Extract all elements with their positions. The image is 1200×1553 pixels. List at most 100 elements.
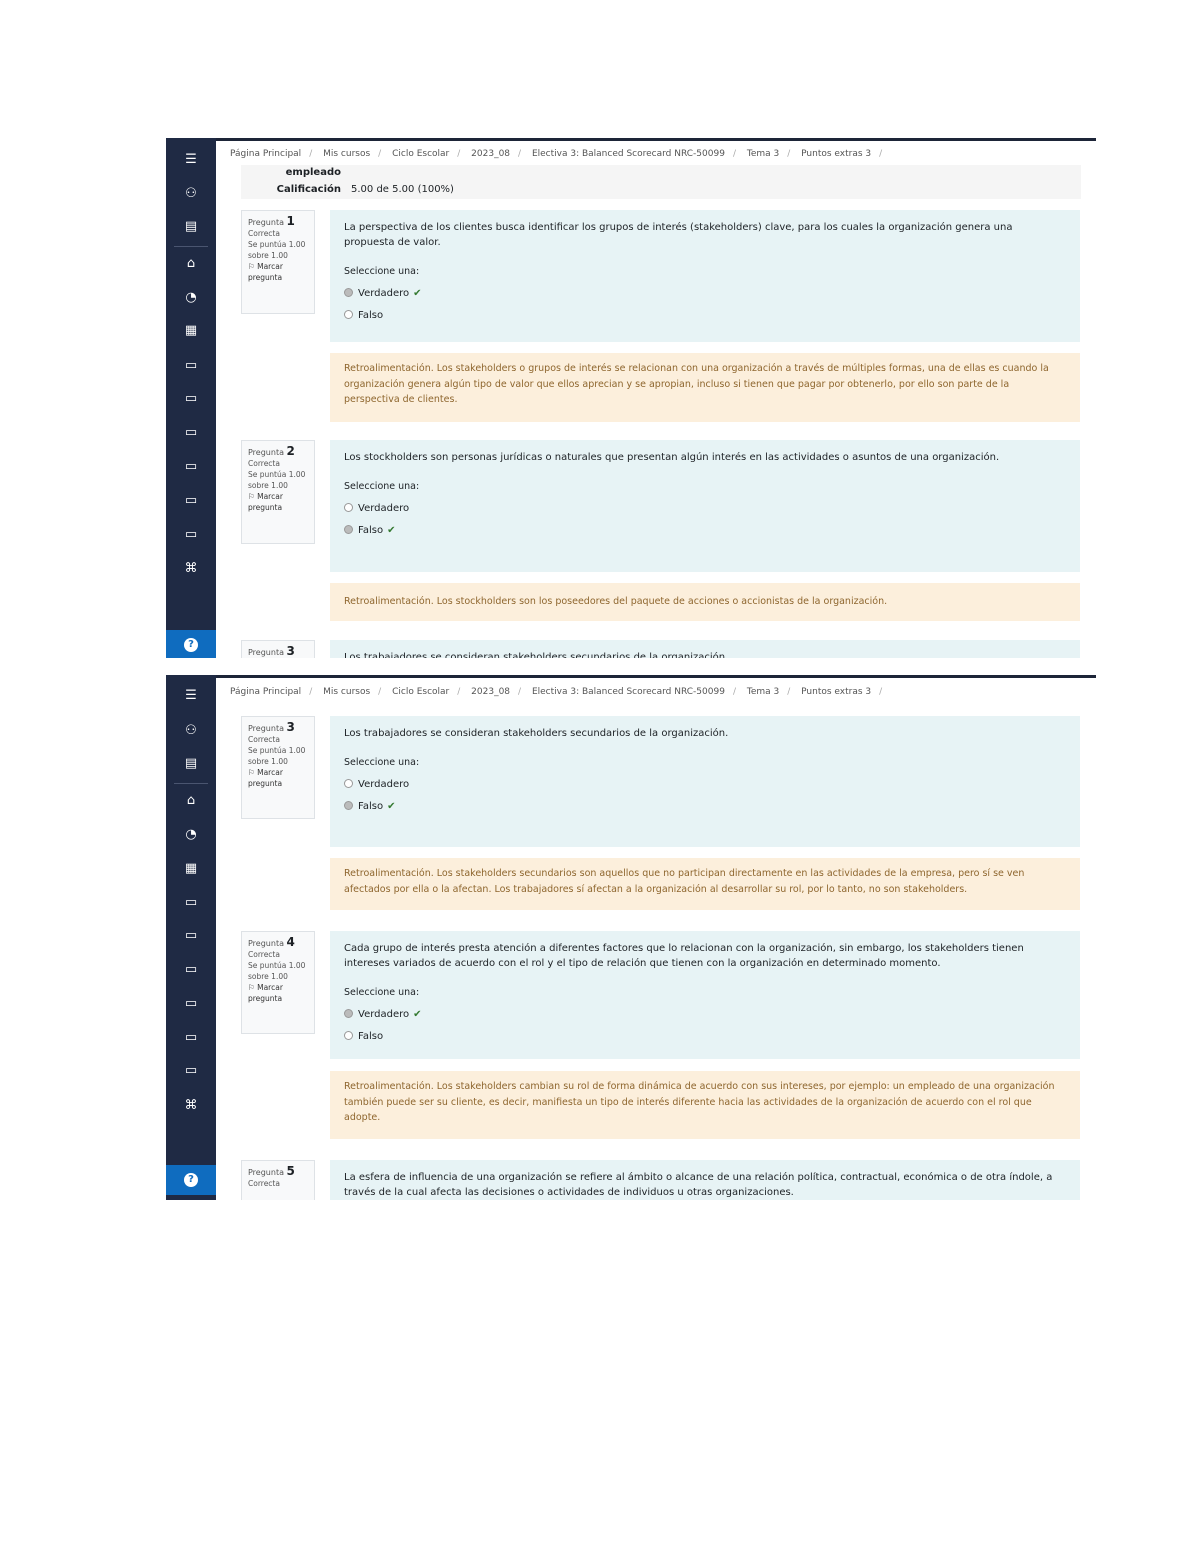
folder-icon[interactable]: ▭	[166, 356, 216, 376]
question-box: Cada grupo de interés presta atención a …	[330, 931, 1080, 1059]
folder-icon[interactable]: ▭	[166, 994, 216, 1014]
flag-question-link[interactable]: ⚐ Marcar pregunta	[248, 982, 308, 1004]
folder-icon[interactable]: ▭	[166, 423, 216, 443]
answer-option[interactable]: Verdadero ✔	[344, 283, 1066, 305]
menu-icon[interactable]: ☰	[166, 686, 216, 706]
folder-icon[interactable]: ▭	[166, 1061, 216, 1081]
breadcrumb-item[interactable]: Ciclo Escolar	[392, 149, 449, 159]
radio[interactable]	[344, 503, 353, 512]
attempt-summary: empleado Calificación 5.00 de 5.00 (100%…	[241, 165, 1081, 199]
breadcrumb-item[interactable]: Electiva 3: Balanced Scorecard NRC-50099	[532, 149, 725, 159]
question-status: Correcta	[248, 229, 280, 238]
answer-option[interactable]: Verdadero	[344, 774, 1066, 796]
question-text: Los trabajadores se consideran stakehold…	[344, 652, 729, 658]
breadcrumb-item[interactable]: Ciclo Escolar	[392, 687, 449, 697]
radio[interactable]	[344, 779, 353, 788]
calendar-icon[interactable]: ▦	[166, 859, 216, 879]
question-status: Correcta	[248, 735, 280, 744]
grade-value: 5.00 de 5.00 (100%)	[351, 184, 454, 195]
help-icon: ?	[184, 1173, 198, 1187]
breadcrumb-item[interactable]: Mis cursos	[323, 149, 370, 159]
sidebar-divider	[174, 246, 208, 247]
breadcrumb-item[interactable]: Puntos extras 3	[801, 687, 871, 697]
folder-icon[interactable]: ▭	[166, 1028, 216, 1048]
question-score: Se puntúa 1.00 sobre 1.00	[248, 961, 306, 981]
feedback-box: Retroalimentación. Los stakeholders o gr…	[330, 353, 1080, 422]
question-number: Pregunta 3	[248, 720, 295, 734]
graduation-icon[interactable]: ⌘	[166, 1096, 216, 1116]
help-button[interactable]: ?	[166, 630, 216, 658]
home-icon[interactable]: ⌂	[166, 254, 216, 274]
calendar-icon[interactable]: ▦	[166, 321, 216, 341]
answer-option[interactable]: Falso ✔	[344, 796, 1066, 818]
radio-selected[interactable]	[344, 1009, 353, 1018]
breadcrumb-item[interactable]: Electiva 3: Balanced Scorecard NRC-50099	[532, 687, 725, 697]
select-prompt: Seleccione una:	[344, 481, 420, 492]
question-status: Correcta	[248, 459, 280, 468]
radio-selected[interactable]	[344, 525, 353, 534]
users-icon[interactable]: ⚇	[166, 721, 216, 741]
breadcrumb-item[interactable]: Página Principal	[230, 149, 301, 159]
question-number: Pregunta 5	[248, 1164, 295, 1178]
answer-option[interactable]: Falso	[344, 305, 1066, 327]
question-text: Los trabajadores se consideran stakehold…	[344, 728, 729, 739]
folder-icon[interactable]: ▭	[166, 457, 216, 477]
folder-icon[interactable]: ▭	[166, 491, 216, 511]
radio-selected[interactable]	[344, 801, 353, 810]
feedback-box: Retroalimentación. Los stakeholders secu…	[330, 858, 1080, 910]
question-score: Se puntúa 1.00 sobre 1.00	[248, 746, 306, 766]
question-text: La perspectiva de los clientes busca ide…	[344, 222, 1013, 248]
folder-icon[interactable]: ▭	[166, 926, 216, 946]
question-text: Los stockholders son personas jurídicas …	[344, 452, 1000, 463]
answer-option[interactable]: Verdadero	[344, 498, 1066, 520]
graduation-icon[interactable]: ⌘	[166, 559, 216, 579]
answer-option[interactable]: Falso	[344, 1026, 1066, 1048]
check-icon: ✔	[387, 525, 396, 536]
dashboard-icon[interactable]: ◔	[166, 825, 216, 845]
users-icon[interactable]: ⚇	[166, 184, 216, 204]
question-number: Pregunta 3	[248, 644, 295, 658]
breadcrumb: Página Principal / Mis cursos / Ciclo Esco…	[216, 678, 1096, 706]
time-label: empleado	[285, 167, 341, 178]
question-status: Correcta	[248, 950, 280, 959]
question-info: Pregunta 2 Correcta Se puntúa 1.00 sobre…	[241, 440, 315, 544]
question-box: Los stockholders son personas jurídicas …	[330, 440, 1080, 572]
breadcrumb-item[interactable]: 2023_08	[471, 687, 510, 697]
breadcrumb-item[interactable]: Tema 3	[747, 149, 779, 159]
flag-question-link[interactable]: ⚐ Marcar pregunta	[248, 491, 308, 513]
flag-question-link[interactable]: ⚐ Marcar pregunta	[248, 261, 308, 283]
question-number: Pregunta 4	[248, 935, 295, 949]
folder-icon[interactable]: ▭	[166, 893, 216, 913]
breadcrumb-item[interactable]: 2023_08	[471, 149, 510, 159]
menu-icon[interactable]: ☰	[166, 150, 216, 170]
breadcrumb-item[interactable]: Puntos extras 3	[801, 149, 871, 159]
radio[interactable]	[344, 310, 353, 319]
help-button[interactable]: ?	[166, 1165, 216, 1195]
question-status: Correcta	[248, 1179, 280, 1188]
flag-question-link[interactable]: ⚐ Marcar pregunta	[248, 767, 308, 789]
breadcrumb-item[interactable]: Mis cursos	[323, 687, 370, 697]
radio-selected[interactable]	[344, 288, 353, 297]
answer-option[interactable]: Falso ✔	[344, 520, 1066, 542]
screenshot-bottom: ☰ ⚇ ▤ ⌂ ◔ ▦ ▭ ▭ ▭ ▭ ▭ ▭ ⌘ ? Página Princ…	[166, 675, 1096, 1200]
check-icon: ✔	[413, 288, 422, 299]
book-icon[interactable]: ▤	[166, 754, 216, 774]
radio[interactable]	[344, 1031, 353, 1040]
book-icon[interactable]: ▤	[166, 217, 216, 237]
help-icon: ?	[184, 638, 198, 652]
check-icon: ✔	[413, 1009, 422, 1020]
folder-icon[interactable]: ▭	[166, 389, 216, 409]
select-prompt: Seleccione una:	[344, 266, 420, 277]
answer-option[interactable]: Verdadero ✔	[344, 1004, 1066, 1026]
breadcrumb-item[interactable]: Página Principal	[230, 687, 301, 697]
folder-icon[interactable]: ▭	[166, 960, 216, 980]
folder-icon[interactable]: ▭	[166, 525, 216, 545]
breadcrumb-item[interactable]: Tema 3	[747, 687, 779, 697]
question-info: Pregunta 4 Correcta Se puntúa 1.00 sobre…	[241, 931, 315, 1034]
question-text: Cada grupo de interés presta atención a …	[344, 943, 1024, 969]
sidebar: ☰ ⚇ ▤ ⌂ ◔ ▦ ▭ ▭ ▭ ▭ ▭ ▭ ⌘ ?	[166, 675, 216, 1200]
sidebar: ☰ ⚇ ▤ ⌂ ◔ ▦ ▭ ▭ ▭ ▭ ▭ ▭ ⌘ ?	[166, 138, 216, 658]
home-icon[interactable]: ⌂	[166, 791, 216, 811]
dashboard-icon[interactable]: ◔	[166, 288, 216, 308]
feedback-box: Retroalimentación. Los stakeholders camb…	[330, 1071, 1080, 1139]
